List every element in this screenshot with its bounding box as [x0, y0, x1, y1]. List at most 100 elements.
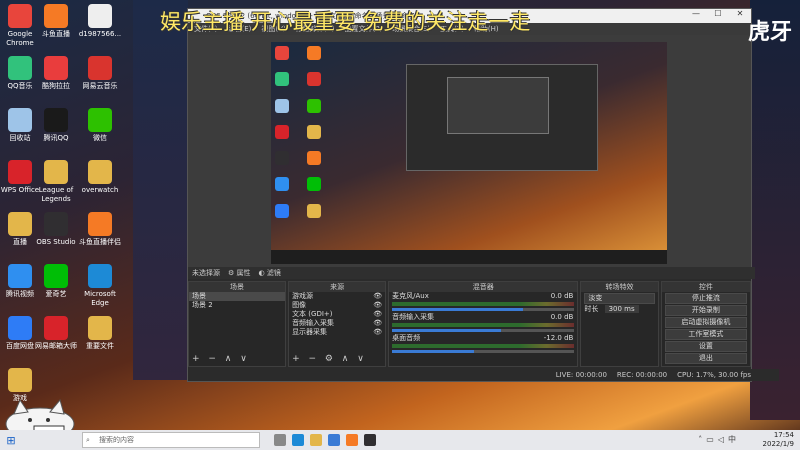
source-item[interactable]: 显示器采集 👁 [289, 328, 385, 337]
desktop-icon[interactable]: 爱奇艺 [34, 264, 78, 299]
source-label: 显示器采集 [292, 328, 328, 336]
source-item[interactable]: 游戏源 👁 [289, 292, 385, 301]
visibility-eye-icon[interactable]: 👁 [373, 310, 382, 319]
visibility-eye-icon[interactable]: 👁 [373, 319, 382, 328]
mixer-channel: 桌面音频 -12.0 dB [389, 334, 577, 353]
desktop-icon[interactable]: 重要文件 [78, 316, 122, 351]
desktop-icon[interactable]: 网易云音乐 [78, 56, 122, 91]
control-button[interactable]: 退出 [664, 353, 747, 364]
desktop-icon[interactable]: 斗鱼直播 [34, 4, 78, 39]
game-side-panel-right [750, 0, 800, 420]
document-icon [88, 4, 112, 28]
desktop-icon[interactable]: Microsoft Edge [78, 264, 122, 308]
control-button[interactable]: 设置 [664, 341, 747, 352]
volume-icon[interactable]: ◁ [718, 435, 728, 444]
nested-obs-preview [406, 64, 598, 171]
iqiyi-icon [44, 264, 68, 288]
brand-logo: 虎牙 [748, 20, 793, 45]
filters-button[interactable]: ◐ 滤镜 [259, 268, 281, 278]
qqmusic-icon [8, 56, 32, 80]
sources-toolbar[interactable]: + − ⚙ ∧ ∨ [292, 354, 367, 364]
controls-header: 控件 [661, 282, 750, 292]
source-toolbar: 未选择源 ⚙ 属性 ◐ 滤镜 [188, 267, 755, 279]
control-button[interactable]: 开始录制 [664, 305, 747, 316]
desktop-icon[interactable]: 斗鱼直播伴侣 [78, 212, 122, 247]
system-tray[interactable]: ˄▭◁中 [698, 434, 740, 445]
duration-input[interactable]: 300 ms [604, 305, 639, 313]
desktop-icon-label: 网易云音乐 [82, 82, 118, 90]
preview-area[interactable] [188, 35, 751, 267]
desktop-icon[interactable]: League of Legends [34, 160, 78, 204]
volume-slider[interactable] [392, 329, 575, 332]
desktop-icon[interactable]: 网易邮箱大师 [34, 316, 78, 351]
tencent-video-icon [8, 264, 32, 288]
nested-taskbar [271, 250, 667, 264]
desktop-icon[interactable]: d1987566... [78, 4, 122, 39]
desktop-icon-label: 斗鱼直播 [42, 30, 70, 38]
control-button[interactable]: 工作室模式 [664, 329, 747, 340]
visibility-eye-icon[interactable]: 👁 [373, 328, 382, 337]
desktop-icon[interactable]: overwatch [78, 160, 122, 195]
source-label: 音频输入采集 [292, 319, 335, 327]
network-icon[interactable]: ▭ [706, 435, 718, 444]
source-label: 游戏源 [292, 292, 314, 300]
volume-slider[interactable] [392, 308, 575, 311]
douyu-icon[interactable] [346, 434, 358, 446]
transition-duration-row: 时长 300 ms [581, 305, 657, 314]
desktop-icon-label: OBS Studio [36, 238, 76, 246]
transitions-dock: 转场特效 淡变 时长 300 ms [580, 281, 659, 367]
desktop-icon-label: d1987566... [78, 30, 122, 38]
taskbar-pinned-apps [274, 434, 376, 446]
taskbar-search-input[interactable]: ⌕ 搜索的内容 [82, 432, 260, 448]
mixer-channel-db: 0.0 dB [550, 292, 574, 300]
source-item[interactable]: 文本 (GDI+) 👁 [289, 310, 385, 319]
taskbar-clock[interactable]: 17:54 2022/1/9 [763, 431, 794, 449]
visibility-eye-icon[interactable]: 👁 [373, 301, 382, 310]
audio-meter [392, 302, 575, 306]
desktop-icon-label: Microsoft Edge [84, 290, 116, 307]
explorer-icon[interactable] [310, 434, 322, 446]
source-item[interactable]: 音频输入采集 👁 [289, 319, 385, 328]
desktop-icon[interactable]: 腾讯QQ [34, 108, 78, 143]
task-view-icon[interactable] [274, 434, 286, 446]
scene-item[interactable]: 场景 2 [189, 301, 285, 310]
store-icon[interactable] [328, 434, 340, 446]
scene-item[interactable]: 场景 [189, 292, 286, 301]
clock-time: 17:54 [773, 431, 794, 439]
transition-type-select[interactable]: 淡变 [584, 293, 655, 304]
properties-button[interactable]: ⚙ 属性 [228, 268, 251, 278]
scenes-header: 场景 [189, 282, 286, 292]
mixer-channel: 音频输入采集 0.0 dB [389, 313, 577, 332]
wps-icon [8, 160, 32, 184]
edge-icon[interactable] [292, 434, 304, 446]
obs-icon[interactable] [364, 434, 376, 446]
desktop-icon-grid: Google Chrome 斗鱼直播 d1987566... QQ音乐 酷狗拉拉 网易云音… [0, 0, 140, 430]
desktop-icon[interactable]: 微信 [78, 108, 122, 143]
minimize-icon[interactable]: — [685, 9, 707, 18]
desktop-icon-label: overwatch [81, 186, 119, 194]
windows-start-icon[interactable]: ⊞ [0, 434, 22, 447]
maximize-icon[interactable]: ☐ [707, 9, 729, 18]
sources-header: 来源 [289, 282, 386, 292]
volume-slider[interactable] [392, 350, 575, 353]
folder-icon [8, 368, 32, 392]
search-icon: ⌕ [86, 436, 90, 444]
desktop-icon-label: 网易邮箱大师 [35, 342, 77, 350]
audio-meter [392, 323, 575, 327]
mixer-channel-db: 0.0 dB [550, 313, 574, 321]
source-item[interactable]: 图像 👁 [289, 301, 385, 310]
volume-slider-fill [392, 350, 475, 353]
mixer-channel: 麦克风/Aux 0.0 dB [389, 292, 577, 311]
obs-icon [44, 212, 68, 236]
desktop-icon[interactable]: 酷狗拉拉 [34, 56, 78, 91]
ime-indicator[interactable]: 中 [728, 435, 740, 444]
control-button[interactable]: 停止推流 [664, 293, 747, 304]
stream-overlay-headline: 娱乐主播 开心最重要 免费的关注走一走 [160, 10, 531, 34]
mixer-dock: 混音器 麦克风/Aux 0.0 dB 音频输入采集 0.0 dB 桌面音频 -12.0 d… [388, 281, 579, 367]
desktop-icon[interactable]: OBS Studio [34, 212, 78, 247]
control-button[interactable]: 启动虚拟摄像机 [664, 317, 747, 328]
folder-icon [44, 160, 68, 184]
visibility-eye-icon[interactable]: 👁 [373, 292, 382, 301]
source-label: 文本 (GDI+) [292, 310, 333, 318]
scenes-toolbar[interactable]: + − ∧ ∨ [192, 354, 250, 364]
